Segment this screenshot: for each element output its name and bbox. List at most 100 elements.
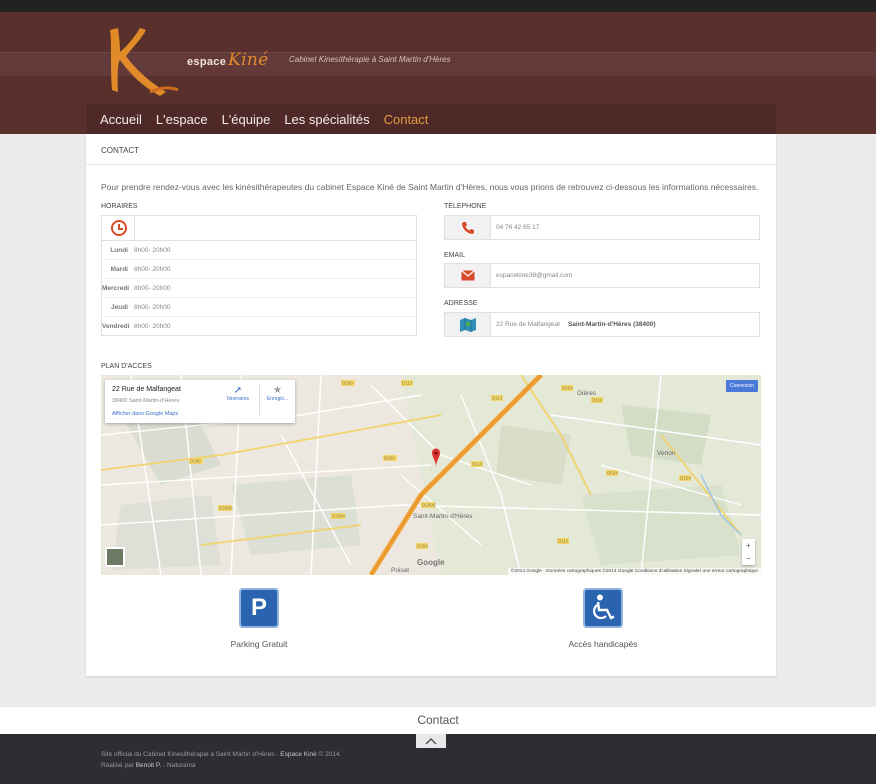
footer-author-link[interactable]: Benoit P. — [136, 762, 162, 769]
intro-text: Pour prendre rendez-vous avec les kinési… — [101, 182, 759, 192]
parking-icon: P — [239, 588, 279, 628]
hours-label: HORAIRES — [101, 203, 138, 210]
footer-brand-link[interactable]: Espace Kiné — [280, 751, 317, 758]
top-strip — [0, 0, 876, 12]
footer-line-1-suffix: © 2014. — [316, 751, 342, 758]
hours-header-divider — [134, 216, 135, 240]
wheelchair-icon — [583, 588, 623, 628]
svg-text:D113: D113 — [472, 462, 483, 467]
nav-item-contact[interactable]: Contact — [384, 112, 429, 127]
map-card-title: 22 Rue de Malfangeat — [112, 386, 181, 393]
svg-text:D269: D269 — [342, 381, 353, 386]
svg-text:D269A: D269A — [219, 506, 233, 511]
svg-text:D269B: D269B — [422, 503, 436, 508]
hours-day: Mercredi — [102, 284, 130, 292]
phone-field: 04 76 42 65 17 — [444, 215, 760, 240]
directions-button[interactable]: ➚ Itinéraires — [219, 385, 257, 402]
main-nav: Accueil L'espace L'équipe Les spécialité… — [86, 104, 776, 134]
accessibility-amenity: Accès handicapés — [523, 588, 683, 649]
email-label: EMAIL — [444, 252, 466, 259]
footer-contact-title[interactable]: Contact — [0, 707, 876, 734]
footer-line-1: Site official du Cabinet Kinesithérapie … — [101, 749, 341, 760]
logo-word-espace: espace — [187, 56, 227, 68]
nav-item-equipe[interactable]: L'équipe — [222, 112, 271, 127]
email-icon — [445, 264, 491, 287]
hours-row: Mercredi 8h00- 20h00 — [102, 279, 416, 298]
map-info-card: 22 Rue de Malfangeat 38400 Saint-Martin-… — [105, 380, 295, 423]
map-attribution[interactable]: ©2014 Google · Données cartographiques ©… — [507, 568, 761, 575]
hours-row: Vendredi 8h00- 20h00 — [102, 317, 416, 336]
map-card-address: 38400 Saint-Martin-d'Hères — [112, 398, 180, 404]
address-city: Saint-Martin-d'Hères (38400) — [567, 321, 656, 328]
svg-text:D154: D154 — [680, 476, 691, 481]
map-place-poisat: Poisat — [391, 567, 409, 574]
footer-credits: Site official du Cabinet Kinesithérapie … — [101, 749, 341, 771]
hours-day: Jeudi — [111, 303, 128, 311]
map-zoom-control: + − — [742, 539, 755, 565]
svg-text:D269A: D269A — [332, 514, 346, 519]
map-place-gieres: Gières — [577, 390, 597, 397]
svg-text:D524: D524 — [562, 386, 573, 391]
svg-text:D112: D112 — [592, 398, 603, 403]
hours-day: Mardi — [110, 265, 128, 273]
logo-k-icon[interactable] — [100, 22, 180, 100]
email-value[interactable]: espacekine38@gmail.com — [491, 272, 572, 279]
hours-header — [102, 216, 416, 241]
back-to-top-button[interactable] — [416, 734, 446, 748]
map-connexion-button[interactable]: Connexion — [726, 380, 758, 392]
parking-amenity: P Parking Gratuit — [179, 588, 339, 649]
nav-item-accueil[interactable]: Accueil — [100, 112, 142, 127]
nav-item-specialites[interactable]: Les spécialités — [284, 112, 369, 127]
content-panel: CONTACT Pour prendre rendez-vous avec le… — [86, 134, 776, 676]
address-street: 22 Rue de Malfangeat — [496, 321, 560, 328]
chevron-up-icon — [425, 737, 437, 745]
phone-value[interactable]: 04 76 42 65 17 — [491, 224, 539, 231]
phone-icon — [445, 216, 491, 239]
footer-line-2: Réalisé par Benoit P. - Naturama — [101, 760, 341, 771]
directions-icon: ➚ — [233, 385, 243, 396]
svg-text:D113: D113 — [492, 396, 503, 401]
map-label: PLAN D'ACCES — [101, 363, 152, 370]
access-map[interactable]: D269 D113 D524 D113 D269 D269 D113 D524 … — [101, 375, 761, 575]
satellite-toggle[interactable] — [105, 547, 125, 567]
google-logo: Google — [417, 558, 445, 567]
footer-line-1-prefix: Site official du Cabinet Kinesithérapie … — [101, 751, 281, 758]
map-town-label: Saint-Martin-d'Hères — [413, 513, 473, 520]
hours-time: 8h00- 20h00 — [134, 323, 171, 330]
hours-day: Vendredi — [102, 323, 130, 330]
star-icon: ★ — [273, 385, 282, 396]
site-tagline: Cabinet Kinesithérapie à Saint Martin d'… — [289, 55, 451, 64]
svg-text:D269: D269 — [384, 456, 395, 461]
svg-text:D524: D524 — [607, 471, 618, 476]
svg-text:D112: D112 — [558, 539, 569, 544]
logo-wordmark[interactable]: espace Kiné — [187, 50, 268, 70]
address-value: 22 Rue de Malfangeat Saint-Martin-d'Hères… — [491, 321, 655, 328]
hours-time: 8h00- 20h00 — [134, 303, 171, 311]
nav-item-espace[interactable]: L'espace — [156, 112, 208, 127]
directions-label: Itinéraires — [227, 396, 249, 402]
page-title: CONTACT — [101, 146, 140, 155]
save-button[interactable]: ★ Enregis... — [259, 385, 295, 415]
hours-time: 8h00- 20h00 — [134, 265, 171, 273]
footer-line-2-suffix: - Naturama — [161, 762, 196, 769]
logo-word-kine: Kiné — [228, 50, 269, 70]
phone-label: TELEPHONE — [444, 203, 487, 210]
footer-line-2-prefix: Réalisé par — [101, 762, 136, 769]
hours-time: 8h00- 20h00 — [134, 284, 171, 292]
hours-table: Lundi 8h00- 20h00 Mardi 8h00- 20h00 Merc… — [101, 215, 417, 336]
svg-text:D269: D269 — [190, 459, 201, 464]
title-divider — [86, 164, 776, 165]
map-place-venon: Venon — [657, 450, 676, 457]
address-label: ADRESSE — [444, 300, 478, 307]
save-label: Enregis... — [266, 396, 289, 402]
accessibility-label: Accès handicapés — [568, 639, 638, 649]
hours-day: Lundi — [110, 246, 128, 254]
open-google-maps-link[interactable]: Afficher dans Google Maps — [112, 411, 178, 417]
zoom-in-button[interactable]: + — [742, 539, 755, 552]
zoom-out-button[interactable]: − — [742, 552, 755, 565]
hours-row: Mardi 8h00- 20h00 — [102, 260, 416, 279]
parking-label: Parking Gratuit — [230, 639, 288, 649]
map-icon — [445, 313, 491, 336]
hours-time: 8h00- 20h00 — [134, 246, 171, 254]
email-field: espacekine38@gmail.com — [444, 263, 760, 288]
